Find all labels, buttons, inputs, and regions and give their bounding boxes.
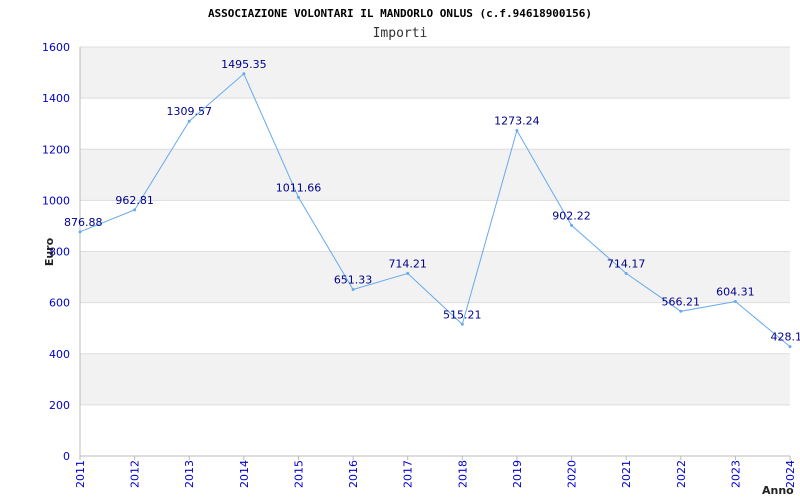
plot-band: [80, 47, 790, 99]
plot-band: [80, 353, 790, 405]
x-tick-label: 2015: [292, 460, 305, 488]
x-tick-label: 2017: [402, 460, 415, 488]
x-tick-label: 2016: [347, 460, 360, 488]
y-axis-label: Euro: [43, 237, 56, 266]
y-tick-label: 400: [49, 348, 70, 361]
data-point: [788, 345, 792, 349]
data-point: [515, 129, 519, 133]
data-point: [406, 271, 410, 275]
plot-band: [80, 302, 790, 354]
data-label: 651.33: [334, 274, 373, 287]
data-point: [78, 230, 82, 234]
data-label: 902.22: [552, 209, 591, 222]
data-label: 566.21: [662, 295, 701, 308]
y-tick-label: 600: [49, 297, 70, 310]
data-point: [242, 72, 246, 76]
data-point: [133, 208, 137, 212]
data-point: [460, 322, 464, 326]
plot-band: [80, 200, 790, 252]
data-label: 604.31: [716, 286, 755, 299]
data-point: [624, 271, 628, 275]
data-point: [570, 223, 574, 227]
data-label: 1011.66: [276, 181, 322, 194]
x-tick-label: 2014: [238, 460, 251, 488]
plot-band: [80, 404, 790, 456]
data-point: [679, 309, 683, 313]
data-point: [187, 119, 191, 123]
data-label: 1495.35: [221, 58, 267, 71]
y-tick-label: 1400: [42, 92, 70, 105]
x-tick-label: 2020: [566, 460, 579, 488]
data-label: 1309.57: [166, 105, 212, 118]
data-label: 428.1: [771, 331, 800, 344]
x-tick-label: 2013: [183, 460, 196, 488]
x-tick-label: 2022: [675, 460, 688, 488]
data-label: 1273.24: [494, 115, 540, 128]
x-tick-label: 2011: [74, 460, 87, 488]
x-axis-label: Anno: [762, 484, 794, 497]
plot-band: [80, 149, 790, 201]
data-label: 515.21: [443, 308, 482, 321]
x-tick-label: 2012: [129, 460, 142, 488]
data-label: 962.81: [115, 194, 154, 207]
line-chart: ASSOCIAZIONE VOLONTARI IL MANDORLO ONLUS…: [42, 7, 800, 497]
y-tick-label: 0: [63, 450, 70, 463]
data-label: 876.88: [64, 216, 103, 229]
x-tick-label: 2018: [456, 460, 469, 488]
x-axis-ticks: 2011 2012 2013 2014 2015 2016 2017 2018 2019 2020…: [74, 456, 797, 488]
data-label: 714.21: [388, 257, 427, 270]
y-tick-label: 1000: [42, 194, 70, 207]
data-label: 714.17: [607, 257, 646, 270]
data-point: [296, 195, 300, 199]
x-tick-label: 2019: [511, 460, 524, 488]
y-tick-label: 1200: [42, 143, 70, 156]
y-tick-label: 1600: [42, 41, 70, 54]
y-tick-label: 200: [49, 399, 70, 412]
chart-subtitle: Importi: [373, 26, 428, 41]
chart-title: ASSOCIAZIONE VOLONTARI IL MANDORLO ONLUS…: [208, 7, 592, 20]
data-point: [733, 300, 737, 304]
x-tick-label: 2023: [729, 460, 742, 488]
x-tick-label: 2021: [620, 460, 633, 488]
data-point: [351, 288, 355, 292]
